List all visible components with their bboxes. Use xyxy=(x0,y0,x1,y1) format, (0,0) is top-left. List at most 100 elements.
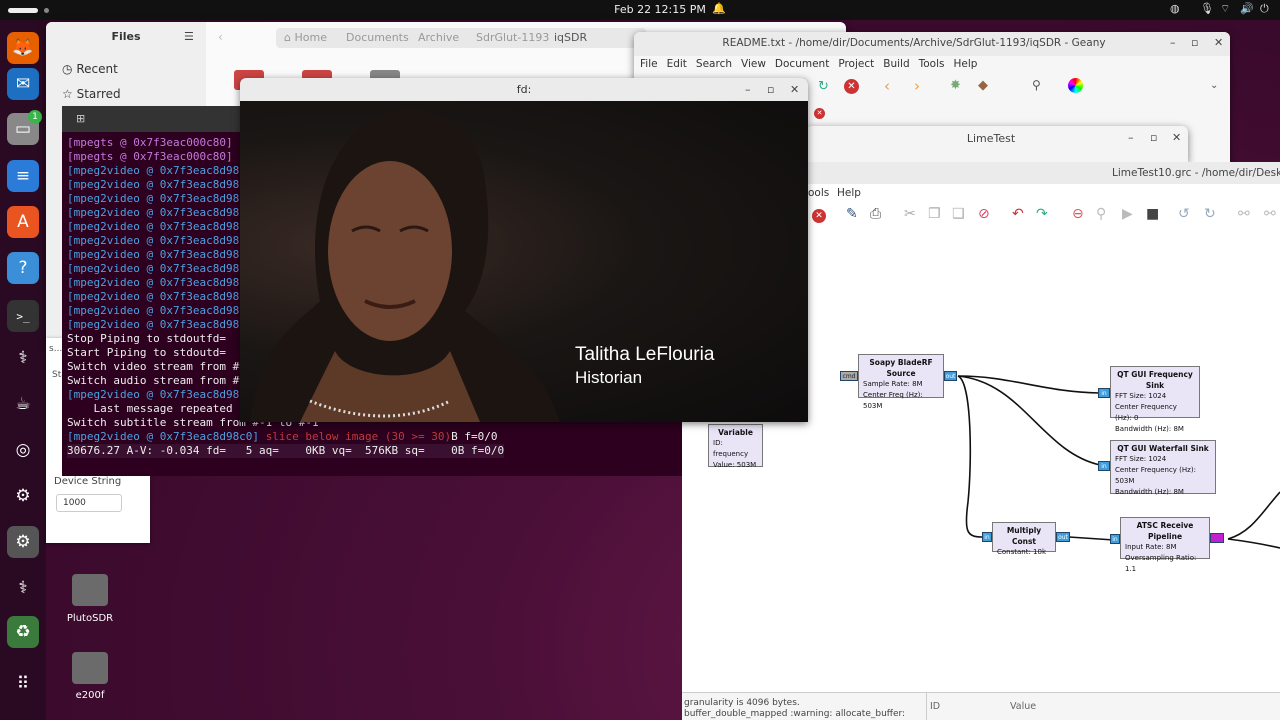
color-chooser-icon[interactable] xyxy=(1068,78,1083,93)
close-file-icon[interactable]: ✕ xyxy=(844,79,859,94)
files-title: Files xyxy=(111,30,141,43)
port-in[interactable]: in xyxy=(1110,534,1120,544)
desktop-icon-label[interactable]: e200f xyxy=(50,690,130,701)
breadcrumb-sdrglut[interactable]: SdrGlut-1193 xyxy=(476,31,549,44)
menu-tools[interactable]: Tools xyxy=(919,58,945,70)
terminal-segment: B f=0/0 xyxy=(451,430,498,443)
power-icon[interactable]: ⏻ xyxy=(1260,2,1269,16)
top-bar: Feb 22 12:15 PM 🔔 ◍ 🎙 ⌔ 🔊 ⏻ xyxy=(0,0,1280,20)
network-icon[interactable]: ◍ xyxy=(1170,2,1180,15)
maximize-icon[interactable]: ▫ xyxy=(1191,36,1198,49)
terminal-line: Switch audio stream from # xyxy=(67,374,240,387)
close-icon[interactable]: ✕ xyxy=(790,83,799,96)
close-icon[interactable]: ✕ xyxy=(1172,131,1181,144)
gnuradio2-icon[interactable]: ⚕ xyxy=(7,572,39,604)
folder-icon[interactable] xyxy=(72,574,108,606)
minimize-icon[interactable]: – xyxy=(1170,36,1176,49)
video-player-window[interactable]: fd: – ▫ ✕ Talitha LeFlouria Historian xyxy=(240,78,808,422)
chevron-down-icon[interactable]: ⌄ xyxy=(1210,80,1218,91)
notification-icon[interactable]: 🔔 xyxy=(712,2,726,15)
block-multiply-const[interactable]: Multiply Const Constant: 10k xyxy=(992,522,1056,556)
new-tab-icon[interactable]: ⊞ xyxy=(76,112,85,125)
files-icon[interactable]: ▭ 1 xyxy=(7,110,42,145)
breadcrumb-home[interactable]: ⌂ Home xyxy=(284,31,327,44)
minimize-icon[interactable]: – xyxy=(1128,131,1134,144)
forward-icon[interactable]: › xyxy=(914,77,920,95)
block-qt-gui-frequency-sink[interactable]: QT GUI Frequency Sink FFT Size: 1024 Cen… xyxy=(1110,366,1200,433)
geany-menubar: File Edit Search View Document Project Build To… xyxy=(640,58,977,70)
star-icon: ☆ xyxy=(62,87,73,101)
reload-icon[interactable]: ↻ xyxy=(818,79,829,94)
terminal-line: Start Piping to stdoutd= xyxy=(67,346,226,359)
settings-icon[interactable]: ⚙ xyxy=(7,480,39,512)
app-grid-icon[interactable]: ⠿ xyxy=(7,668,39,700)
files-sidebar-item-recent[interactable]: ◷ Recent xyxy=(62,62,118,76)
limetest-title: LimeTest xyxy=(966,132,1016,145)
thunderbird-icon[interactable]: ✉ xyxy=(7,68,39,100)
speaker-portrait xyxy=(250,109,560,422)
breadcrumb-archive[interactable]: Archive xyxy=(418,31,459,44)
wifi-icon[interactable]: ⌔ xyxy=(1220,2,1230,16)
folder-icon[interactable] xyxy=(72,652,108,684)
terminal-line: [mpeg2video @ 0x7f3eac8d98 xyxy=(67,234,240,247)
compile-icon[interactable]: ✸ xyxy=(950,78,961,93)
table-header-value[interactable]: Value xyxy=(1010,701,1036,712)
workspace-dot[interactable] xyxy=(44,8,49,13)
table-header-id[interactable]: ID xyxy=(930,701,940,712)
device-string-input[interactable]: 1000 xyxy=(56,494,122,512)
port-cmd[interactable]: cmd xyxy=(840,371,858,381)
menu-build[interactable]: Build xyxy=(883,58,909,70)
gnuradio-icon[interactable]: ⚕ xyxy=(7,342,39,374)
obs-icon[interactable]: ◎ xyxy=(7,434,39,466)
files-sidebar-item-starred[interactable]: ☆ Starred xyxy=(62,87,121,101)
back-icon[interactable]: ‹ xyxy=(218,30,223,44)
block-soapy-bladerf-source[interactable]: Soapy BladeRF Source Sample Rate: 8M Cen… xyxy=(858,354,944,410)
build-icon[interactable]: ◆ xyxy=(978,78,988,93)
firefox-icon[interactable]: 🦊 xyxy=(7,32,39,64)
terminal-line: Stop Piping to stdoutfd= xyxy=(67,332,226,345)
terminal-icon[interactable]: >_ xyxy=(7,300,39,332)
desktop-icon-label[interactable]: PlutoSDR xyxy=(50,613,130,624)
menu-edit[interactable]: Edit xyxy=(667,58,687,70)
menu-file[interactable]: File xyxy=(640,58,658,70)
port-out[interactable]: out xyxy=(944,371,957,381)
limetest-window: LimeTest – ▫ ✕ xyxy=(806,126,1188,162)
close-icon[interactable]: ✕ xyxy=(1214,36,1223,49)
app-center-icon[interactable]: A xyxy=(7,206,39,238)
menu-help[interactable]: Help xyxy=(954,58,978,70)
port-in[interactable]: in xyxy=(1098,388,1110,398)
port-in[interactable]: in xyxy=(982,532,992,542)
mic-icon[interactable]: 🎙 xyxy=(1200,2,1214,15)
clock[interactable]: Feb 22 12:15 PM xyxy=(600,3,720,16)
back-icon[interactable]: ‹ xyxy=(884,77,890,95)
menu-project[interactable]: Project xyxy=(838,58,874,70)
maximize-icon[interactable]: ▫ xyxy=(1150,131,1157,144)
settings-active-icon[interactable]: ⚙ xyxy=(7,526,39,558)
volume-icon[interactable]: 🔊 xyxy=(1240,2,1254,15)
activities-indicator[interactable] xyxy=(8,8,38,13)
trash-icon[interactable]: ♻ xyxy=(7,616,39,648)
gqrx-icon[interactable]: ☕ xyxy=(7,388,39,420)
terminal-line: 30676.27 A-V: -0.034 fd= 5 aq= 0KB vq= 5… xyxy=(67,444,505,458)
menu-document[interactable]: Document xyxy=(775,58,829,70)
menu-search[interactable]: Search xyxy=(696,58,732,70)
help-icon[interactable]: ? xyxy=(7,252,39,284)
menu-view[interactable]: View xyxy=(741,58,766,70)
close-tab-icon[interactable]: ✕ xyxy=(814,108,825,119)
hamburger-icon[interactable]: ☰ xyxy=(184,30,194,43)
port-out[interactable]: out xyxy=(1056,532,1070,542)
grc-console: granularity is 4096 bytes. buffer_double… xyxy=(684,698,906,719)
block-atsc-receive-pipeline[interactable]: ATSC Receive Pipeline Input Rate: 8M Ove… xyxy=(1120,517,1210,573)
port-in[interactable]: in xyxy=(1098,461,1110,471)
block-variable[interactable]: Variable ID: frequency Value: 503M xyxy=(708,424,763,469)
block-qt-gui-waterfall-sink[interactable]: QT GUI Waterfall Sink FFT Size: 1024 Cen… xyxy=(1110,440,1216,496)
notification-badge: 1 xyxy=(28,110,42,124)
caption-role: Historian xyxy=(575,368,643,387)
port-out[interactable] xyxy=(1210,533,1224,543)
breadcrumb-documents[interactable]: Documents xyxy=(346,31,409,44)
maximize-icon[interactable]: ▫ xyxy=(767,83,774,96)
minimize-icon[interactable]: – xyxy=(745,83,751,96)
execute-icon[interactable]: ⚲ xyxy=(1032,78,1041,92)
writer-icon[interactable]: ≡ xyxy=(7,160,39,192)
breadcrumb-iqsdr[interactable]: iqSDR xyxy=(554,31,587,44)
